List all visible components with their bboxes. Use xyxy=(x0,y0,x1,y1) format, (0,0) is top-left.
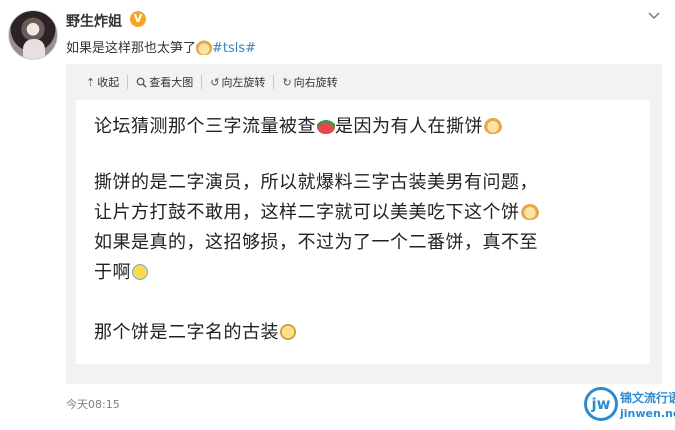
hashtag-link[interactable]: #tsls# xyxy=(212,41,256,56)
collapse-label: 收起 xyxy=(97,76,120,89)
watermark-logo-icon: jw xyxy=(584,387,618,421)
image-line-3: 让片方打鼓不敢用，这样二字就可以美美吃下这个饼 xyxy=(94,198,539,224)
rotate-right-label: 向右旋转 xyxy=(293,76,338,89)
rotate-right-button[interactable]: ↻ 向右旋转 xyxy=(273,75,345,89)
rotate-right-icon: ↻ xyxy=(282,75,292,89)
search-icon xyxy=(136,77,147,88)
collapse-icon: ⇡ xyxy=(86,75,96,89)
image-line-1: 论坛猜测那个三字流量被查 是因为有人在撕饼 xyxy=(94,112,502,138)
post-text-body: 如果是这样那也太笋了 xyxy=(66,41,197,56)
glasses-emoji-icon xyxy=(280,324,296,340)
media-box: ⇡ 收起 查看大图 ↺ 向左旋转 ↻ 向右旋转 论坛猜测那个三字流量被查 是因为有… xyxy=(66,64,662,384)
post-image[interactable]: 论坛猜测那个三字流量被查 是因为有人在撕饼 撕饼的是二字演员，所以就爆料三字古装美… xyxy=(76,100,650,364)
watermark-name: 锦文流行语 xyxy=(620,391,675,405)
watermark-url: jinwen.net xyxy=(620,407,675,420)
laugh-cry-emoji-icon xyxy=(132,264,148,280)
image-line-2: 撕饼的是二字演员，所以就爆料三字古装美男有问题， xyxy=(94,172,538,193)
media-toolbar: ⇡ 收起 查看大图 ↺ 向左旋转 ↻ 向右旋转 xyxy=(66,72,346,92)
watermelon-emoji-icon xyxy=(317,118,335,134)
avatar[interactable] xyxy=(8,10,58,60)
rotate-left-label: 向左旋转 xyxy=(221,76,266,89)
dog-emoji-icon xyxy=(520,204,539,220)
collapse-button[interactable]: ⇡ 收起 xyxy=(66,75,127,90)
dog-emoji-icon xyxy=(196,40,213,55)
username[interactable]: 野生炸姐 xyxy=(66,11,122,31)
rotate-left-button[interactable]: ↺ 向左旋转 xyxy=(201,75,273,89)
post-text: 如果是这样那也太笋了 #tsls# xyxy=(66,37,256,56)
image-line-5: 于啊 xyxy=(94,258,148,284)
image-line-6: 那个饼是二字名的古装 xyxy=(94,318,296,344)
more-chevron-icon[interactable] xyxy=(646,8,662,24)
verified-badge: V xyxy=(130,11,146,27)
watermark: jw 锦文流行语 jinwen.net xyxy=(584,385,675,427)
view-large-button[interactable]: 查看大图 xyxy=(127,75,201,89)
rotate-left-icon: ↺ xyxy=(210,75,220,89)
view-large-label: 查看大图 xyxy=(149,76,194,89)
post-timestamp[interactable]: 今天08:15 xyxy=(66,396,120,412)
dog-emoji-icon xyxy=(484,118,502,134)
image-line-4: 如果是真的，这招够损，不过为了一个二番饼，真不至 xyxy=(94,232,538,253)
